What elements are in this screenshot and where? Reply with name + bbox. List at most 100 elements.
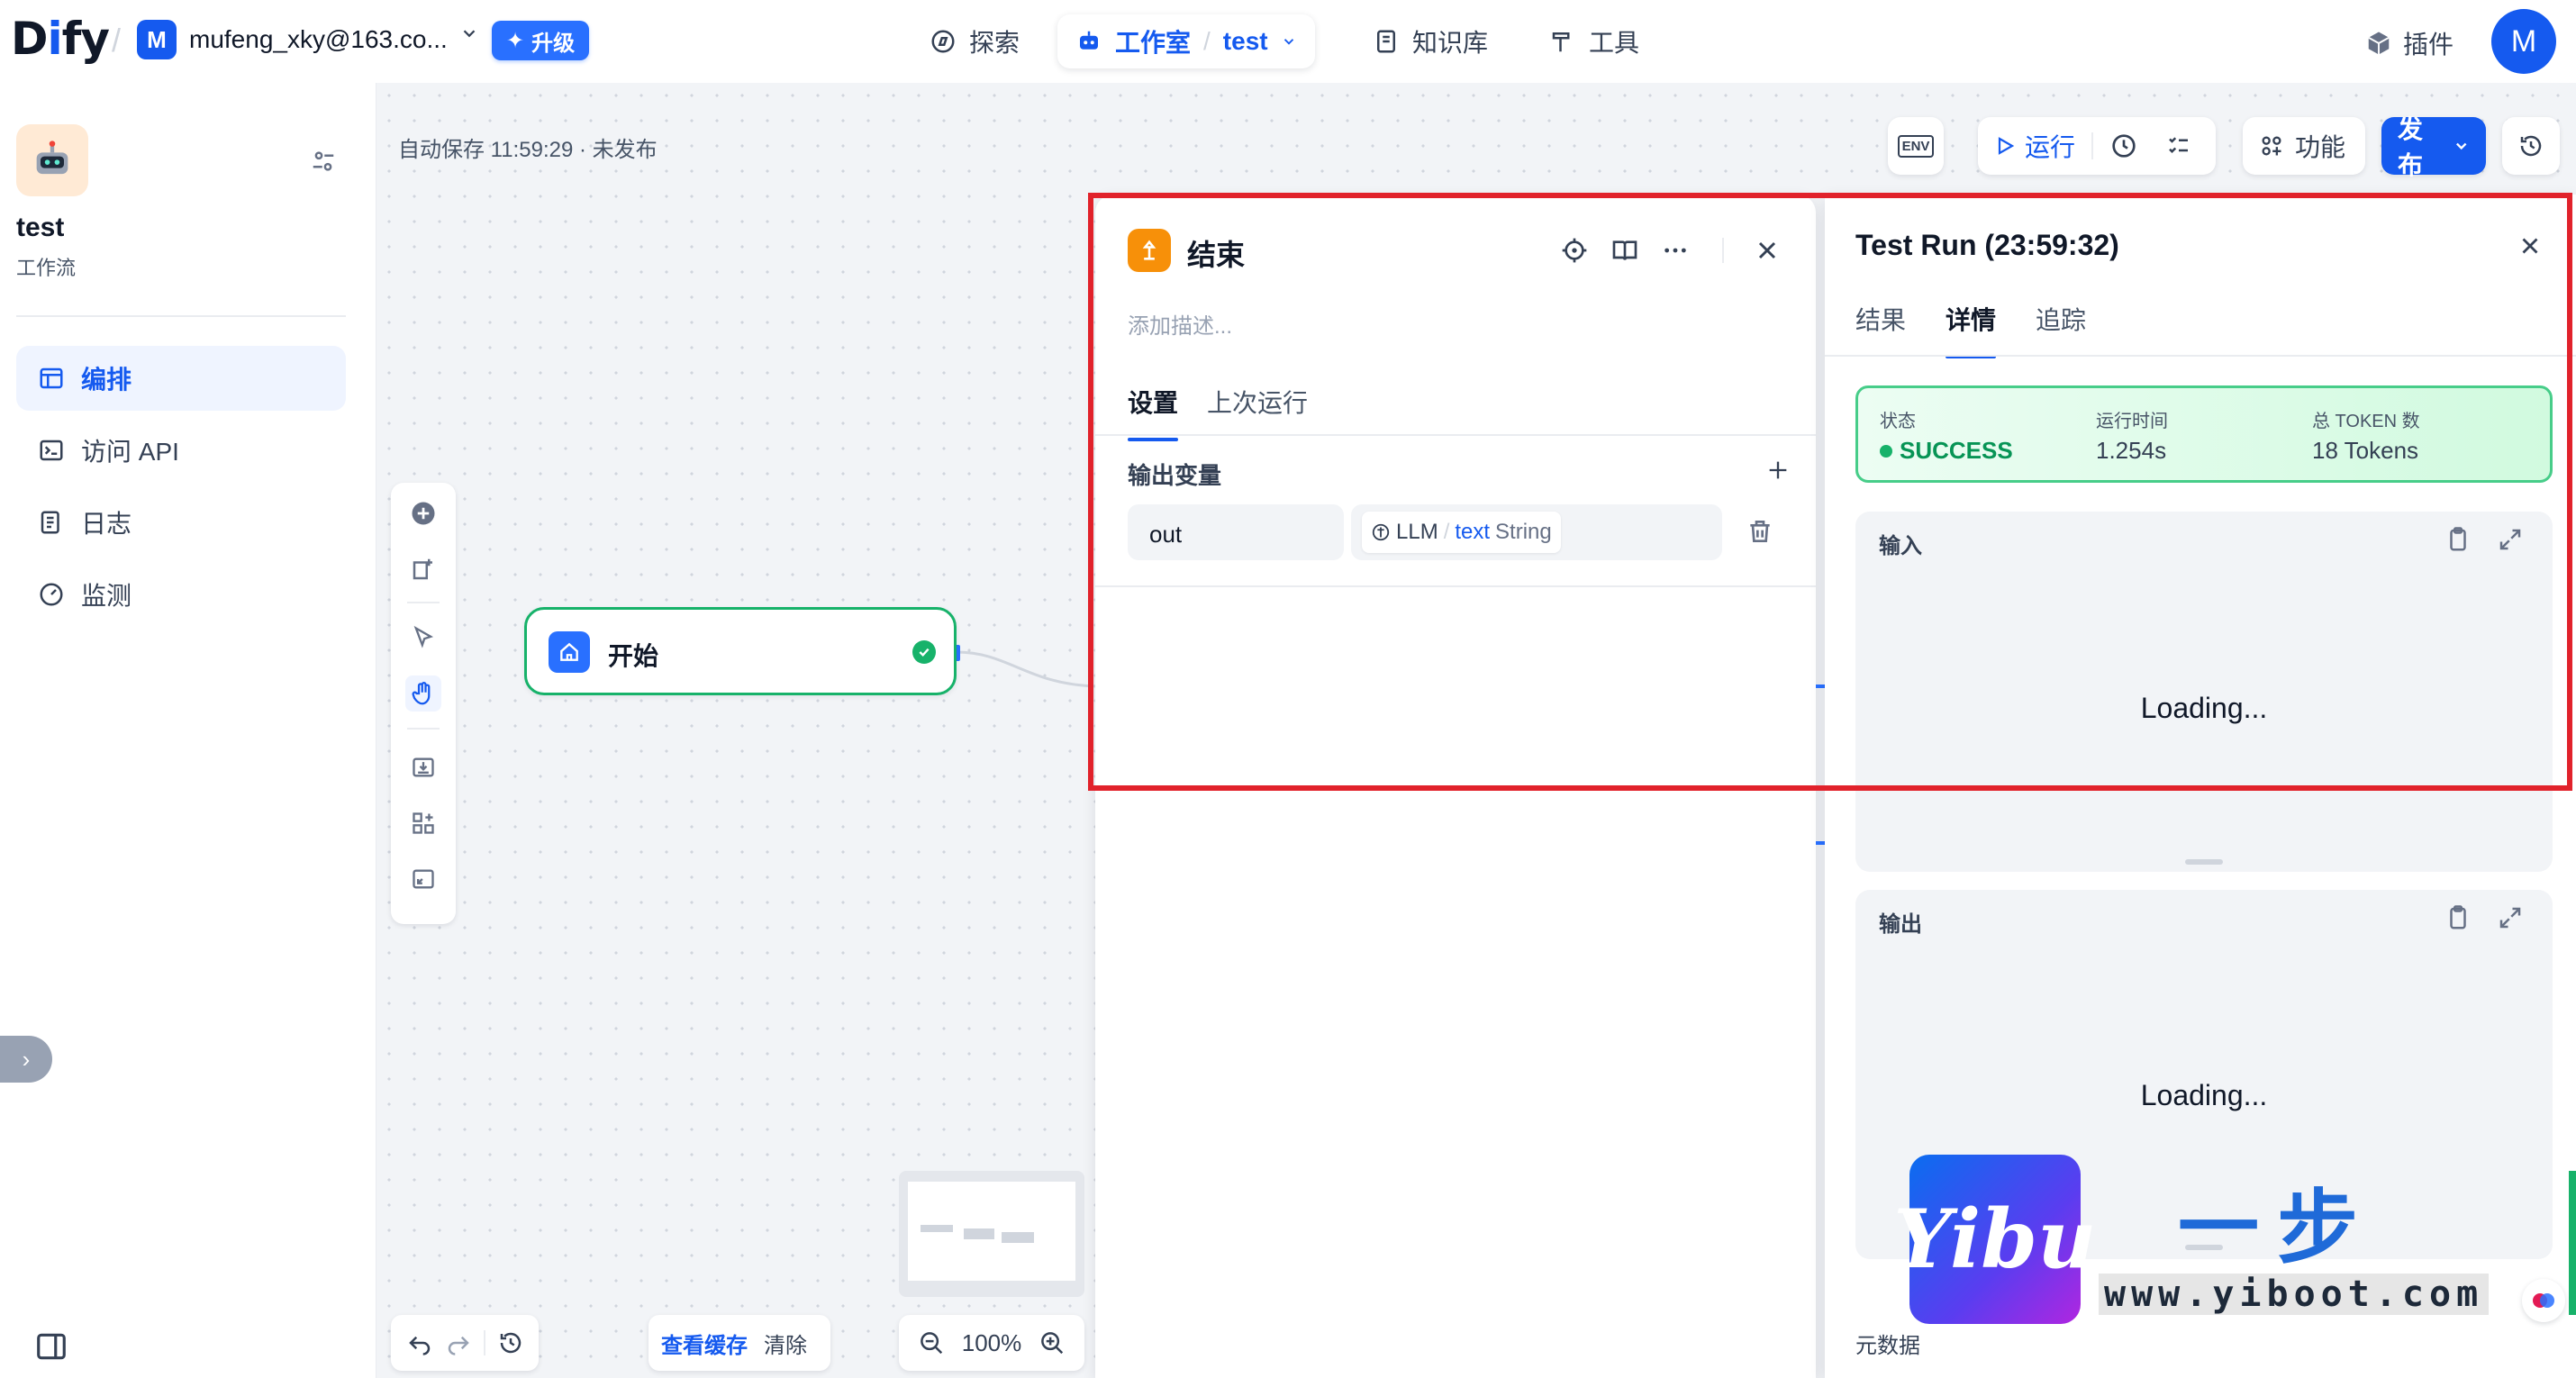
- gauge-icon: [40, 583, 63, 606]
- expand-icon[interactable]: [2497, 904, 2524, 931]
- sidebar-item-monitor[interactable]: 监测: [16, 562, 346, 627]
- variable-tag: LLM / text String: [1362, 512, 1561, 553]
- chevron-down-icon: [2455, 142, 2466, 150]
- end-panel-title[interactable]: 结束: [1187, 232, 1245, 274]
- grid-plus-icon: [2262, 136, 2281, 156]
- env-button[interactable]: ENV: [1888, 117, 1944, 175]
- app-type: 工作流: [16, 257, 77, 279]
- variable-source: LLM: [1396, 520, 1438, 544]
- redo-icon[interactable]: [445, 1329, 472, 1356]
- hand-icon[interactable]: [405, 675, 441, 712]
- more-icon[interactable]: [1661, 236, 1690, 265]
- nav-tools[interactable]: 工具: [1531, 14, 1657, 68]
- tokens-value: 18 Tokens: [2312, 437, 2419, 464]
- view-cache-button[interactable]: 查看缓存: [661, 1328, 748, 1359]
- app-icon: [16, 124, 88, 196]
- layout-icon: [40, 367, 63, 389]
- watermark-logo: Yibu: [1893, 1155, 2097, 1324]
- watermark-cn: 一步: [2178, 1180, 2376, 1275]
- add-node-icon[interactable]: [405, 495, 441, 531]
- tab-last-run[interactable]: 上次运行: [1207, 384, 1308, 420]
- plugins-button[interactable]: 插件: [2365, 25, 2454, 61]
- resize-handle[interactable]: [2185, 859, 2223, 865]
- status-value: SUCCESS: [1880, 437, 2013, 465]
- run-toolbar: 运行: [1978, 117, 2216, 175]
- scroll-indicator[interactable]: [2569, 1171, 2576, 1315]
- export-image-icon[interactable]: [405, 749, 441, 785]
- nav-separator: /: [1203, 27, 1211, 55]
- publish-button[interactable]: 发布: [2381, 115, 2486, 179]
- docs-book-icon[interactable]: [1610, 236, 1639, 265]
- sidebar: test 工作流 编排 访问 API 日志 监测 ›: [0, 83, 376, 1378]
- chevron-down-icon[interactable]: [1281, 33, 1297, 50]
- divider: [1825, 355, 2576, 357]
- undo-icon[interactable]: [406, 1329, 433, 1356]
- zoom-in-icon[interactable]: [1039, 1329, 1066, 1356]
- chevron-down-icon[interactable]: [459, 23, 479, 50]
- settings-toggle-icon[interactable]: [310, 148, 337, 179]
- sidebar-item-logs[interactable]: 日志: [16, 490, 346, 555]
- zoom-level[interactable]: 100%: [962, 1329, 1022, 1357]
- start-node-title: 开始: [608, 642, 659, 670]
- minimap-toggle-icon[interactable]: [405, 861, 441, 897]
- nav-knowledge[interactable]: 知识库: [1355, 14, 1506, 68]
- tab-settings[interactable]: 设置: [1128, 384, 1179, 441]
- variable-name-input[interactable]: out: [1128, 504, 1344, 560]
- organize-blocks-icon[interactable]: [405, 805, 441, 841]
- pointer-icon[interactable]: [405, 620, 441, 656]
- app-title: test: [16, 213, 65, 242]
- locate-node-icon[interactable]: [1560, 236, 1589, 265]
- description-input[interactable]: 添加描述...: [1128, 308, 1232, 340]
- features-button[interactable]: 功能: [2243, 117, 2365, 175]
- run-button[interactable]: 运行: [1994, 128, 2075, 164]
- publish-label: 发布: [2398, 115, 2424, 179]
- divider: [16, 315, 346, 317]
- nav-studio[interactable]: 工作室 / test: [1057, 14, 1315, 68]
- start-node[interactable]: 开始: [524, 607, 957, 695]
- file-list-icon: [41, 511, 59, 534]
- tab-tracing[interactable]: 追踪: [2036, 301, 2086, 337]
- version-history-button[interactable]: [2502, 117, 2560, 175]
- copy-icon[interactable]: [2444, 526, 2472, 553]
- variable-selector[interactable]: LLM / text String: [1351, 504, 1722, 560]
- nav-explore[interactable]: 探索: [912, 14, 1038, 68]
- close-icon[interactable]: [1753, 236, 1782, 265]
- zoom-out-icon[interactable]: [918, 1329, 945, 1356]
- minimap-node: [921, 1225, 953, 1232]
- sidebar-item-label: 监测: [81, 582, 132, 610]
- clear-button[interactable]: 清除: [764, 1328, 807, 1359]
- robot-icon: [1080, 31, 1098, 50]
- user-avatar[interactable]: M: [2491, 9, 2556, 74]
- status-text: SUCCESS: [1900, 437, 2013, 464]
- expand-icon[interactable]: [2497, 526, 2524, 553]
- cube-icon: [2368, 32, 2390, 55]
- top-bar: Dify / M mufeng_xky@163.co... ✦ 升级 探索 工作…: [0, 0, 2576, 83]
- sidebar-item-api[interactable]: 访问 API: [16, 418, 346, 483]
- add-variable-icon[interactable]: [1765, 458, 1791, 483]
- variable-field: text: [1455, 520, 1491, 544]
- delete-icon[interactable]: [1746, 517, 1774, 546]
- divider: [483, 1330, 485, 1355]
- history-icon[interactable]: [497, 1329, 524, 1356]
- sidebar-collapse-icon[interactable]: [34, 1329, 68, 1368]
- tab-result[interactable]: 结果: [1855, 301, 1906, 337]
- add-note-icon[interactable]: [405, 551, 441, 587]
- divider: [1095, 434, 1816, 436]
- checklist-icon[interactable]: [2165, 132, 2192, 159]
- tokens-label: 总 TOKEN 数: [2312, 412, 2420, 431]
- dify-logo[interactable]: Dify: [11, 13, 110, 65]
- brain-icon[interactable]: [2522, 1279, 2565, 1322]
- workspace-name[interactable]: mufeng_xky@163.co...: [189, 25, 448, 54]
- upgrade-button[interactable]: ✦ 升级: [492, 21, 590, 60]
- close-icon[interactable]: [2517, 232, 2544, 259]
- expand-handle-icon[interactable]: ›: [0, 1036, 52, 1083]
- minimap[interactable]: [899, 1171, 1084, 1297]
- sidebar-item-label: 访问 API: [81, 438, 179, 466]
- copy-icon[interactable]: [2444, 904, 2472, 931]
- history-clock-icon[interactable]: [2109, 131, 2138, 160]
- variable-type: String: [1495, 520, 1552, 544]
- sidebar-item-orchestrate[interactable]: 编排: [16, 346, 346, 411]
- output-vars-title: 输出变量: [1128, 462, 1222, 489]
- tab-detail[interactable]: 详情: [1946, 301, 1997, 358]
- nav-app-label[interactable]: test: [1223, 27, 1268, 56]
